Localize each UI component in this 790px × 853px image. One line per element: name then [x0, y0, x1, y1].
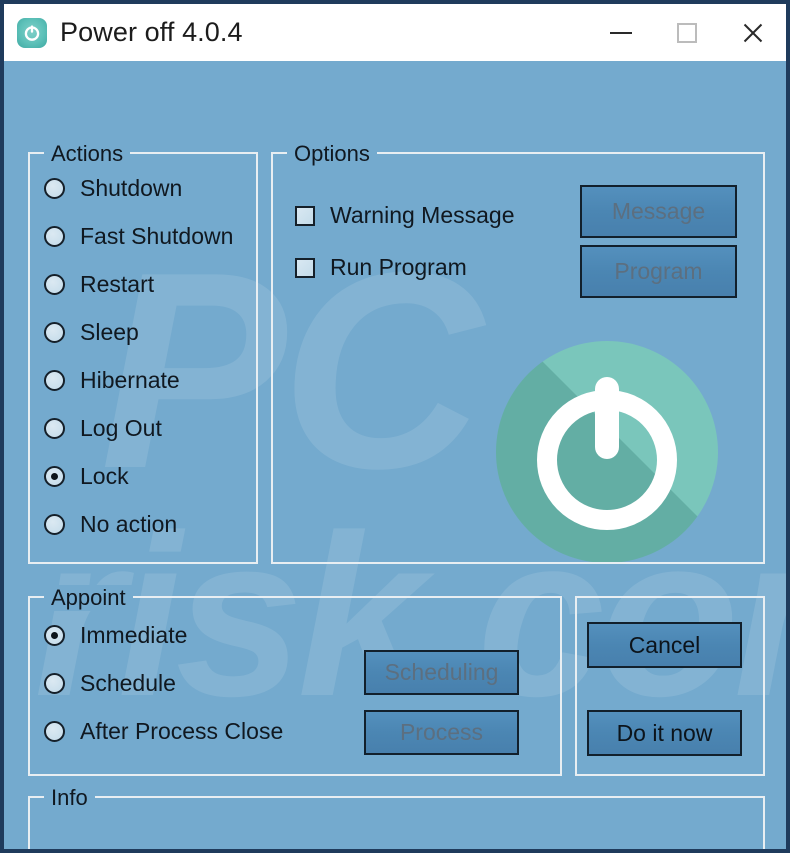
actions-group-title: Actions [44, 141, 131, 167]
radio-label: Hibernate [80, 367, 180, 393]
radio-label: Shutdown [80, 175, 183, 201]
appoint-group-title: Appoint [44, 585, 133, 611]
radio-label: Restart [80, 271, 155, 297]
radio-immediate[interactable]: Immediate [44, 622, 187, 649]
radio-indicator [44, 466, 65, 487]
radio-indicator [44, 721, 65, 742]
power-icon [17, 17, 47, 48]
radio-label: Log Out [80, 415, 162, 441]
radio-fast-shutdown[interactable]: Fast Shutdown [44, 223, 233, 250]
program-button[interactable]: Program [580, 245, 737, 298]
radio-label: Lock [80, 463, 129, 489]
checkbox-label: Warning Message [330, 202, 515, 228]
maximize-icon [677, 22, 697, 43]
application-window: Power off 4.0.4 PC risk.com [0, 0, 790, 853]
scheduling-button[interactable]: Scheduling [364, 650, 519, 695]
actions-group: Actions Shutdown Fast Shutdown Restart S… [28, 141, 258, 564]
radio-restart[interactable]: Restart [44, 271, 154, 298]
info-group: Info [28, 785, 765, 849]
radio-label: Schedule [80, 670, 176, 696]
radio-indicator [44, 178, 65, 199]
radio-label: After Process Close [80, 718, 284, 744]
message-button[interactable]: Message [580, 185, 737, 238]
checkbox-indicator [295, 257, 315, 278]
radio-indicator [44, 226, 65, 247]
cancel-button[interactable]: Cancel [587, 622, 742, 668]
title-bar: Power off 4.0.4 [4, 4, 786, 61]
radio-after-process-close[interactable]: After Process Close [44, 718, 283, 745]
window-title: Power off 4.0.4 [60, 17, 243, 47]
checkbox-label: Run Program [330, 254, 467, 280]
close-button[interactable] [720, 4, 786, 61]
radio-indicator [44, 274, 65, 295]
process-button[interactable]: Process [364, 710, 519, 755]
radio-indicator [44, 322, 65, 343]
do-it-now-button[interactable]: Do it now [587, 710, 742, 756]
maximize-button[interactable] [654, 4, 720, 61]
minimize-icon [610, 31, 632, 34]
options-group-title: Options [287, 141, 377, 167]
radio-label: Fast Shutdown [80, 223, 234, 249]
radio-indicator [44, 418, 65, 439]
minimize-button[interactable] [588, 4, 654, 61]
radio-log-out[interactable]: Log Out [44, 415, 162, 442]
radio-indicator [44, 514, 65, 535]
radio-sleep[interactable]: Sleep [44, 319, 139, 346]
radio-schedule[interactable]: Schedule [44, 670, 176, 697]
radio-no-action[interactable]: No action [44, 511, 177, 538]
checkbox-indicator [295, 205, 315, 226]
radio-label: Sleep [80, 319, 139, 345]
checkbox-warning-message[interactable]: Warning Message [295, 202, 515, 229]
radio-indicator [44, 370, 65, 391]
radio-label: Immediate [80, 622, 188, 648]
radio-shutdown[interactable]: Shutdown [44, 175, 182, 202]
radio-lock[interactable]: Lock [44, 463, 129, 490]
close-icon [741, 21, 765, 45]
window-controls [588, 4, 786, 61]
client-area: PC risk.com Actions Shutdown Fast Shutdo… [4, 61, 786, 849]
checkbox-run-program[interactable]: Run Program [295, 254, 467, 281]
radio-label: No action [80, 511, 178, 537]
radio-hibernate[interactable]: Hibernate [44, 367, 180, 394]
info-group-title: Info [44, 785, 95, 811]
radio-indicator [44, 625, 65, 646]
radio-indicator [44, 673, 65, 694]
